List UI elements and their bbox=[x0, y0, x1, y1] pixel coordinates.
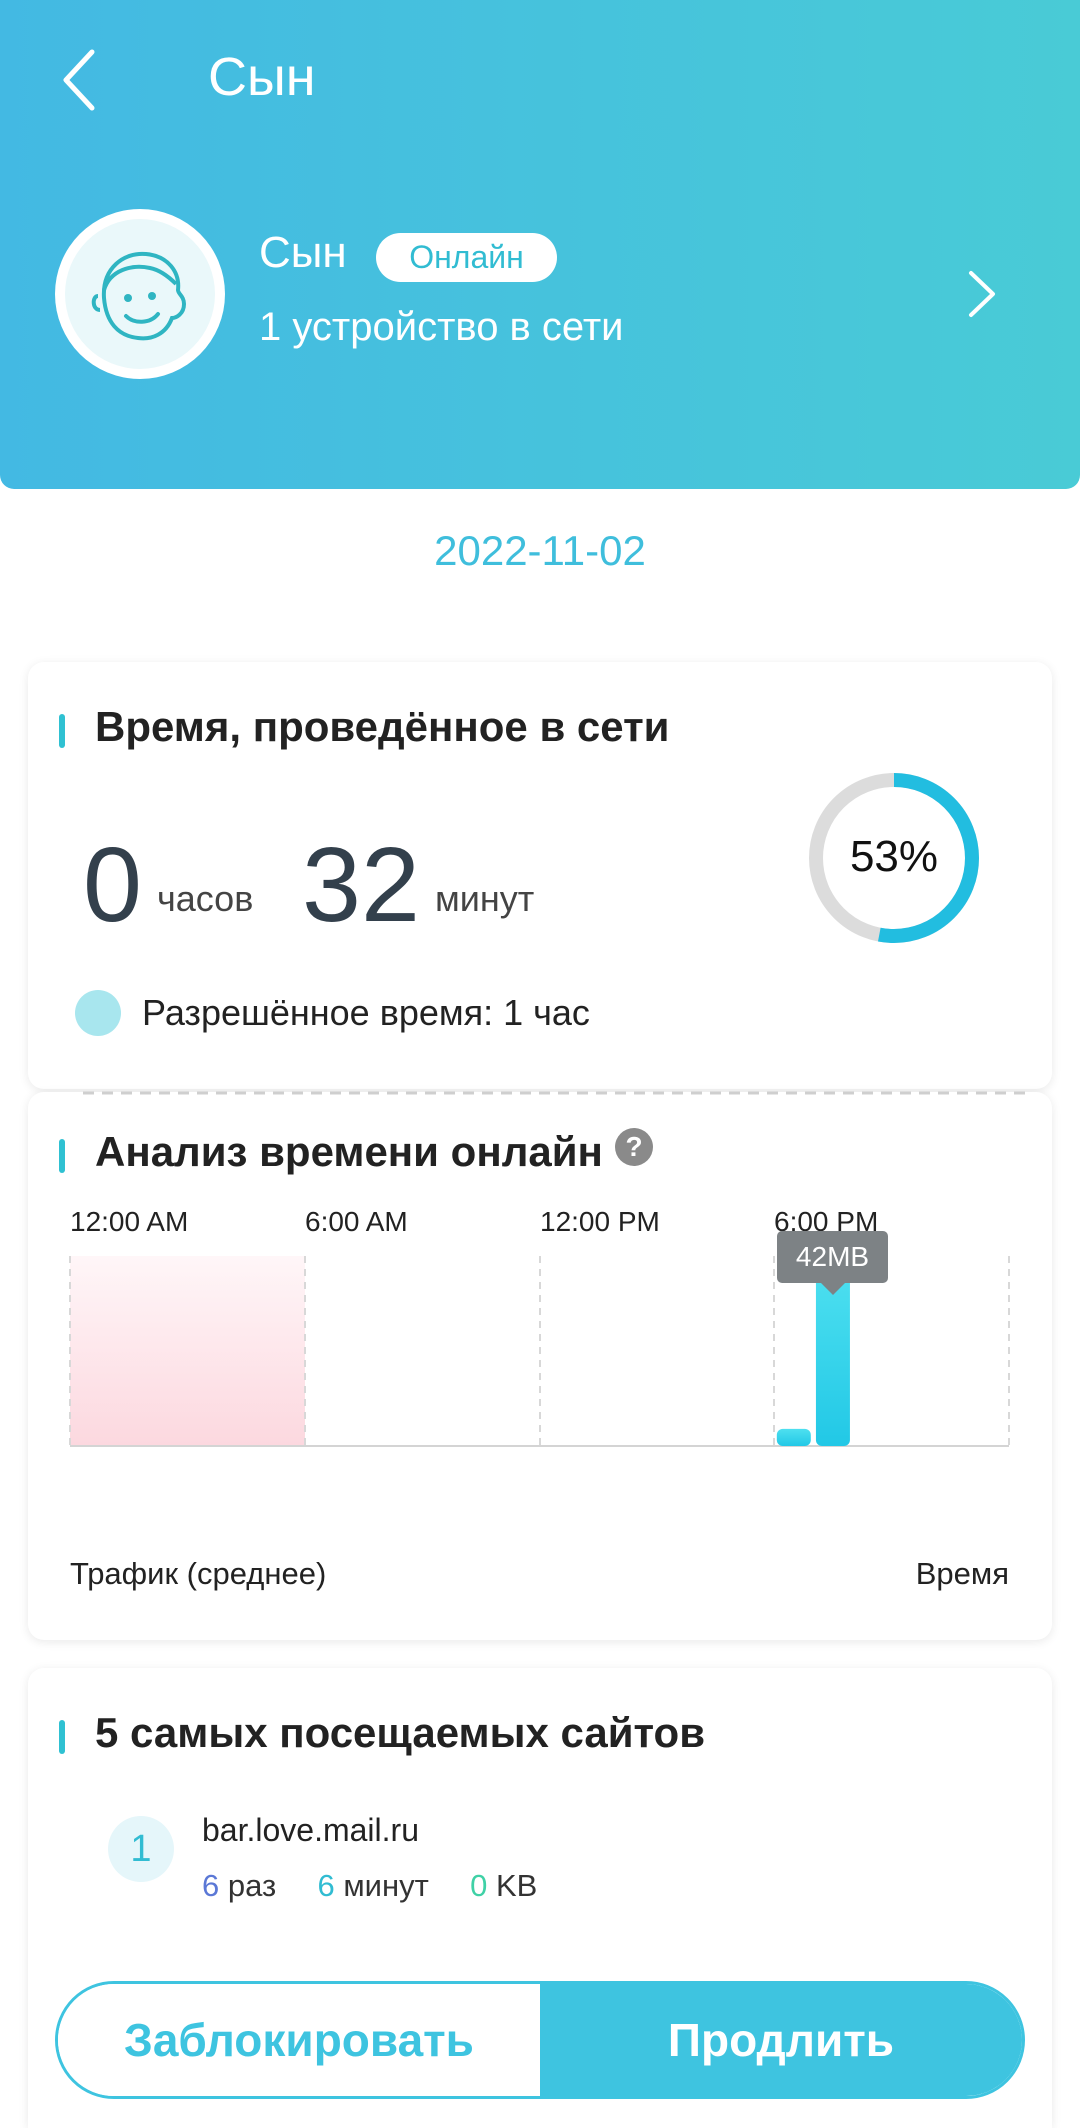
minutes-unit: минут bbox=[343, 1868, 429, 1903]
minutes-value: 6 bbox=[317, 1868, 335, 1903]
chevron-right-icon bbox=[969, 271, 995, 317]
profile-name: Сын bbox=[259, 228, 347, 277]
usage-donut-chart: 53% bbox=[809, 773, 979, 943]
profile-details-button[interactable] bbox=[960, 266, 1004, 322]
status-badge: Онлайн bbox=[376, 233, 557, 282]
site-stats: 6 раз 6 минут 0 KB bbox=[202, 1868, 537, 1904]
minutes-value: 32 bbox=[302, 826, 420, 944]
card-accent bbox=[59, 714, 65, 748]
hours-unit: часов bbox=[157, 878, 254, 919]
traffic-axis-label: Трафик (среднее) bbox=[70, 1556, 327, 1591]
allowed-time-dot bbox=[75, 990, 121, 1036]
action-bar: Заблокировать Продлить bbox=[55, 1981, 1025, 2099]
traffic-chart bbox=[69, 1256, 1010, 1447]
avatar[interactable] bbox=[55, 209, 225, 379]
time-axis-label: Время bbox=[915, 1556, 1009, 1591]
boy-face-icon bbox=[65, 219, 215, 369]
traffic-unit: KB bbox=[495, 1868, 538, 1903]
chevron-left-icon bbox=[63, 49, 95, 111]
traffic-tooltip: 42MB bbox=[777, 1231, 888, 1295]
devices-online-text: 1 устройство в сети bbox=[259, 305, 624, 349]
date-selector[interactable]: 2022-11-02 bbox=[0, 527, 1080, 575]
donut-percent-label: 53% bbox=[850, 832, 938, 881]
profile-header: Сын Сын Онлайн 1 устройство в сети bbox=[0, 0, 1080, 489]
traffic-bar[interactable] bbox=[776, 1428, 811, 1446]
online-analysis-card: Анализ времени онлайн ? 12:00 AM 6:00 AM… bbox=[28, 1091, 1052, 1640]
page-title: Сын bbox=[208, 47, 316, 107]
restricted-period-area bbox=[70, 1256, 305, 1446]
block-button[interactable]: Заблокировать bbox=[58, 1984, 540, 2096]
online-time-card: Время, проведённое в сети 0 часов 32 мин… bbox=[28, 662, 1052, 1089]
site-rank: 1 bbox=[108, 1816, 174, 1882]
top-sites-title: 5 самых посещаемых сайтов bbox=[95, 1709, 706, 1756]
card-accent bbox=[59, 1720, 65, 1754]
visits-value: 6 bbox=[202, 1868, 220, 1903]
extend-button[interactable]: Продлить bbox=[540, 1984, 1022, 2096]
back-button[interactable] bbox=[50, 40, 110, 120]
hours-value: 0 bbox=[83, 826, 142, 944]
site-host: bar.love.mail.ru bbox=[202, 1812, 419, 1848]
online-time-title: Время, проведённое в сети bbox=[95, 703, 670, 750]
traffic-value: 0 bbox=[470, 1868, 488, 1903]
minutes-unit: минут bbox=[435, 878, 535, 919]
allowed-time-text: Разрешённое время: 1 час bbox=[142, 992, 590, 1033]
visits-unit: раз bbox=[227, 1868, 277, 1903]
